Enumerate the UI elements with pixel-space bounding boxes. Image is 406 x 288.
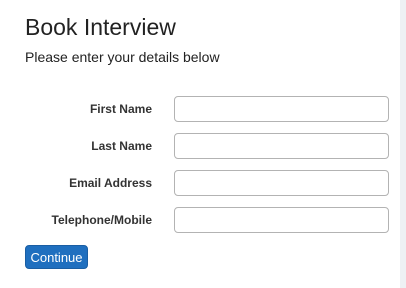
first-name-row: First Name [0, 96, 400, 122]
email-row: Email Address [0, 170, 400, 196]
last-name-row: Last Name [0, 133, 400, 159]
page-title: Book Interview [25, 14, 176, 40]
continue-button[interactable]: Continue [25, 245, 88, 269]
last-name-field[interactable] [174, 133, 389, 159]
form-card: Book Interview Please enter your details… [0, 0, 400, 288]
last-name-label: Last Name [91, 139, 152, 153]
first-name-label: First Name [89, 102, 152, 116]
email-field[interactable] [174, 170, 389, 196]
phone-field[interactable] [174, 207, 389, 233]
phone-row: Telephone/Mobile [0, 207, 400, 233]
page-subtitle: Please enter your details below [25, 49, 220, 65]
phone-label: Telephone/Mobile [51, 213, 152, 227]
email-label: Email Address [69, 176, 152, 190]
first-name-field[interactable] [174, 96, 389, 122]
